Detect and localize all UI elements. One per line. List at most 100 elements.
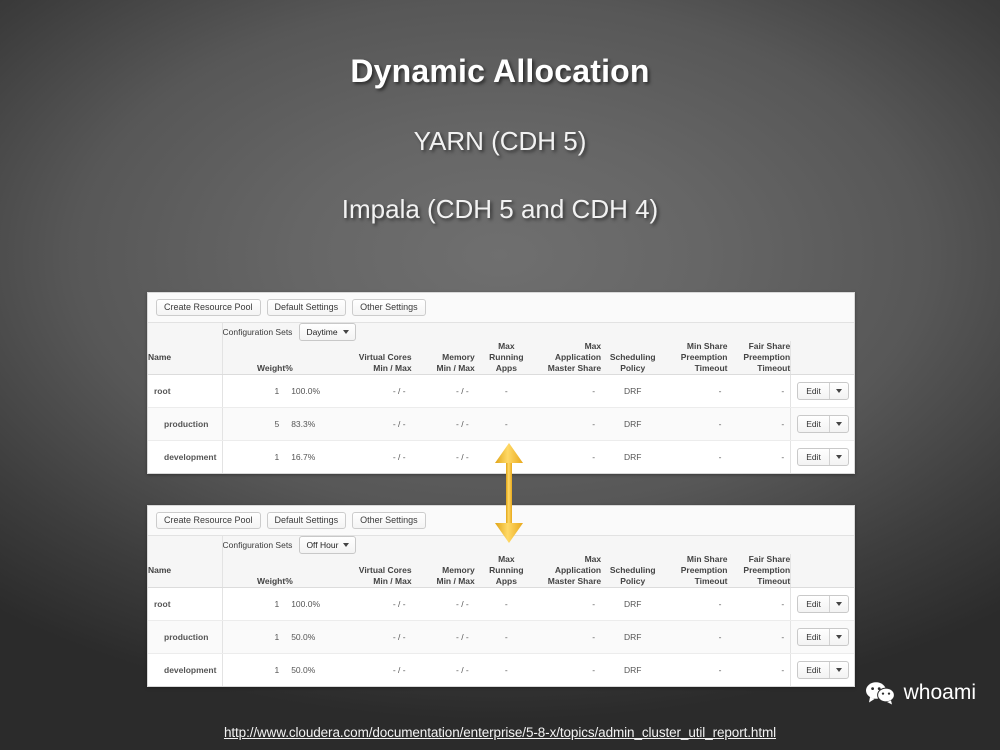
column-header-line: Policy (620, 575, 646, 586)
column-header-line: Fair Share (748, 554, 791, 564)
configuration-set-dropdown[interactable]: Daytime (299, 323, 356, 341)
table-row[interactable]: production 5 83.3% - / -- / - - - DRF - - Edit (148, 407, 854, 442)
column-header-line: Timeout (694, 575, 728, 586)
column-header-name: Name (148, 341, 223, 375)
column-header-line: Min Share (686, 554, 728, 564)
configuration-sets-label: Configuration Sets (222, 540, 293, 550)
column-header-line: Weight (257, 575, 286, 586)
edit-button[interactable]: Edit (798, 629, 829, 645)
column-header-weight: Weight (222, 341, 286, 375)
edit-button-group[interactable]: Edit (797, 594, 849, 613)
edit-button[interactable]: Edit (798, 416, 829, 432)
cell-weight: 5 (222, 407, 286, 442)
cell-maxapps: - (474, 620, 538, 655)
cell-memory: - / - (411, 440, 475, 473)
chevron-down-icon (835, 601, 842, 606)
default-settings-button[interactable]: Default Settings (266, 298, 347, 317)
cell-pct: 50.0% (285, 653, 349, 686)
edit-button-group[interactable]: Edit (797, 381, 849, 400)
column-header-line: Weight (257, 362, 286, 373)
edit-dropdown-toggle[interactable] (828, 382, 848, 399)
cell-vcores: - / - (348, 653, 412, 686)
cell-minshare: - (664, 374, 728, 408)
table-row[interactable]: development 1 50.0% - / -- / - - - DRF - - Edit (148, 653, 854, 686)
column-header-line: Min Share (686, 341, 728, 351)
column-header-line: Scheduling (609, 564, 656, 575)
edit-dropdown-toggle[interactable] (828, 415, 848, 432)
column-header-line: Apps (495, 575, 517, 586)
column-header-memory: Memory Min / Max (411, 341, 475, 375)
column-header-name: Name (148, 554, 223, 588)
chevron-down-icon (835, 421, 842, 426)
column-header-line: Virtual Cores (358, 351, 412, 362)
cell-sched: DRF (601, 440, 665, 473)
cell-fairshare: - (727, 587, 791, 621)
cell-ams: - (537, 374, 602, 408)
column-header-minshare: Min Share Preemption Timeout (664, 341, 728, 375)
whoami-label: whoami (903, 681, 976, 704)
column-header-line: Virtual Cores (358, 564, 412, 575)
create-resource-pool-button[interactable]: Create Resource Pool (156, 511, 261, 530)
cell-pct: 100.0% (285, 374, 349, 408)
cell-weight: 1 (222, 620, 286, 655)
other-settings-button[interactable]: Other Settings (352, 511, 426, 530)
chevron-down-icon (835, 668, 842, 673)
column-header-line: Min / Max (373, 362, 412, 373)
cell-vcores: - / - (348, 374, 412, 408)
cell-maxapps: - (474, 374, 538, 408)
chevron-down-icon (343, 543, 350, 547)
column-header-line: Memory (442, 351, 475, 362)
source-url-link[interactable]: http://www.cloudera.com/documentation/en… (0, 725, 1000, 740)
column-header-vcores: Virtual Cores Min / Max (348, 341, 412, 375)
resource-pool-table: Configuration Sets Off Hour Name Weight% Vir… (148, 536, 854, 686)
create-resource-pool-button[interactable]: Create Resource Pool (156, 298, 261, 317)
cell-ams: - (537, 620, 602, 655)
pool-name-cell: development (148, 440, 223, 473)
configuration-set-dropdown[interactable]: Off Hour (299, 536, 357, 554)
column-header-line: Max Application (554, 554, 602, 575)
edit-button[interactable]: Edit (798, 383, 829, 399)
pool-name-cell: development (148, 653, 223, 686)
edit-button-group[interactable]: Edit (797, 661, 849, 680)
cell-fairshare: - (727, 440, 791, 473)
pool-name-cell: production (148, 620, 223, 655)
column-header-line: Apps (495, 362, 517, 373)
row-actions-cell: Edit (790, 653, 854, 686)
edit-button-group[interactable]: Edit (797, 448, 849, 467)
edit-button[interactable]: Edit (798, 596, 829, 612)
edit-dropdown-toggle[interactable] (828, 628, 848, 645)
edit-dropdown-toggle[interactable] (828, 595, 848, 612)
edit-dropdown-toggle[interactable] (828, 662, 848, 679)
cell-ams: - (537, 587, 602, 621)
table-row[interactable]: root 1 100.0% - / -- / - - - DRF - - Edit (148, 587, 854, 621)
pool-name-cell: production (148, 407, 223, 442)
edit-button[interactable]: Edit (798, 662, 829, 678)
cell-ams: - (537, 653, 602, 686)
column-header-line: Min / Max (436, 362, 475, 373)
column-header-line: Running (489, 564, 524, 575)
table-row[interactable]: root 1 100.0% - / -- / - - - DRF - - Edit (148, 374, 854, 408)
cell-weight: 1 (222, 653, 286, 686)
table-row[interactable]: production 1 50.0% - / -- / - - - DRF - - Edit (148, 620, 854, 655)
column-header-vcores: Virtual Cores Min / Max (348, 554, 412, 588)
column-header-line: Policy (620, 362, 646, 373)
edit-button-group[interactable]: Edit (797, 627, 849, 646)
column-header-ams: Max Application Master Share (537, 341, 602, 375)
edit-button[interactable]: Edit (798, 449, 829, 465)
cell-sched: DRF (601, 374, 665, 408)
row-actions-cell: Edit (790, 620, 854, 655)
cell-fairshare: - (727, 407, 791, 442)
cell-weight: 1 (222, 587, 286, 621)
other-settings-button[interactable]: Other Settings (352, 298, 426, 317)
edit-dropdown-toggle[interactable] (828, 449, 848, 466)
cell-pct: 16.7% (285, 440, 349, 473)
subtitle-yarn: YARN (CDH 5) (413, 126, 587, 157)
default-settings-button[interactable]: Default Settings (266, 511, 347, 530)
configuration-set-value: Off Hour (306, 540, 339, 550)
column-header-line: Preemption (743, 564, 791, 575)
chevron-down-icon (835, 455, 842, 460)
cell-minshare: - (664, 407, 728, 442)
cell-sched: DRF (601, 620, 665, 655)
column-header-pct: % (285, 554, 349, 588)
edit-button-group[interactable]: Edit (797, 414, 849, 433)
